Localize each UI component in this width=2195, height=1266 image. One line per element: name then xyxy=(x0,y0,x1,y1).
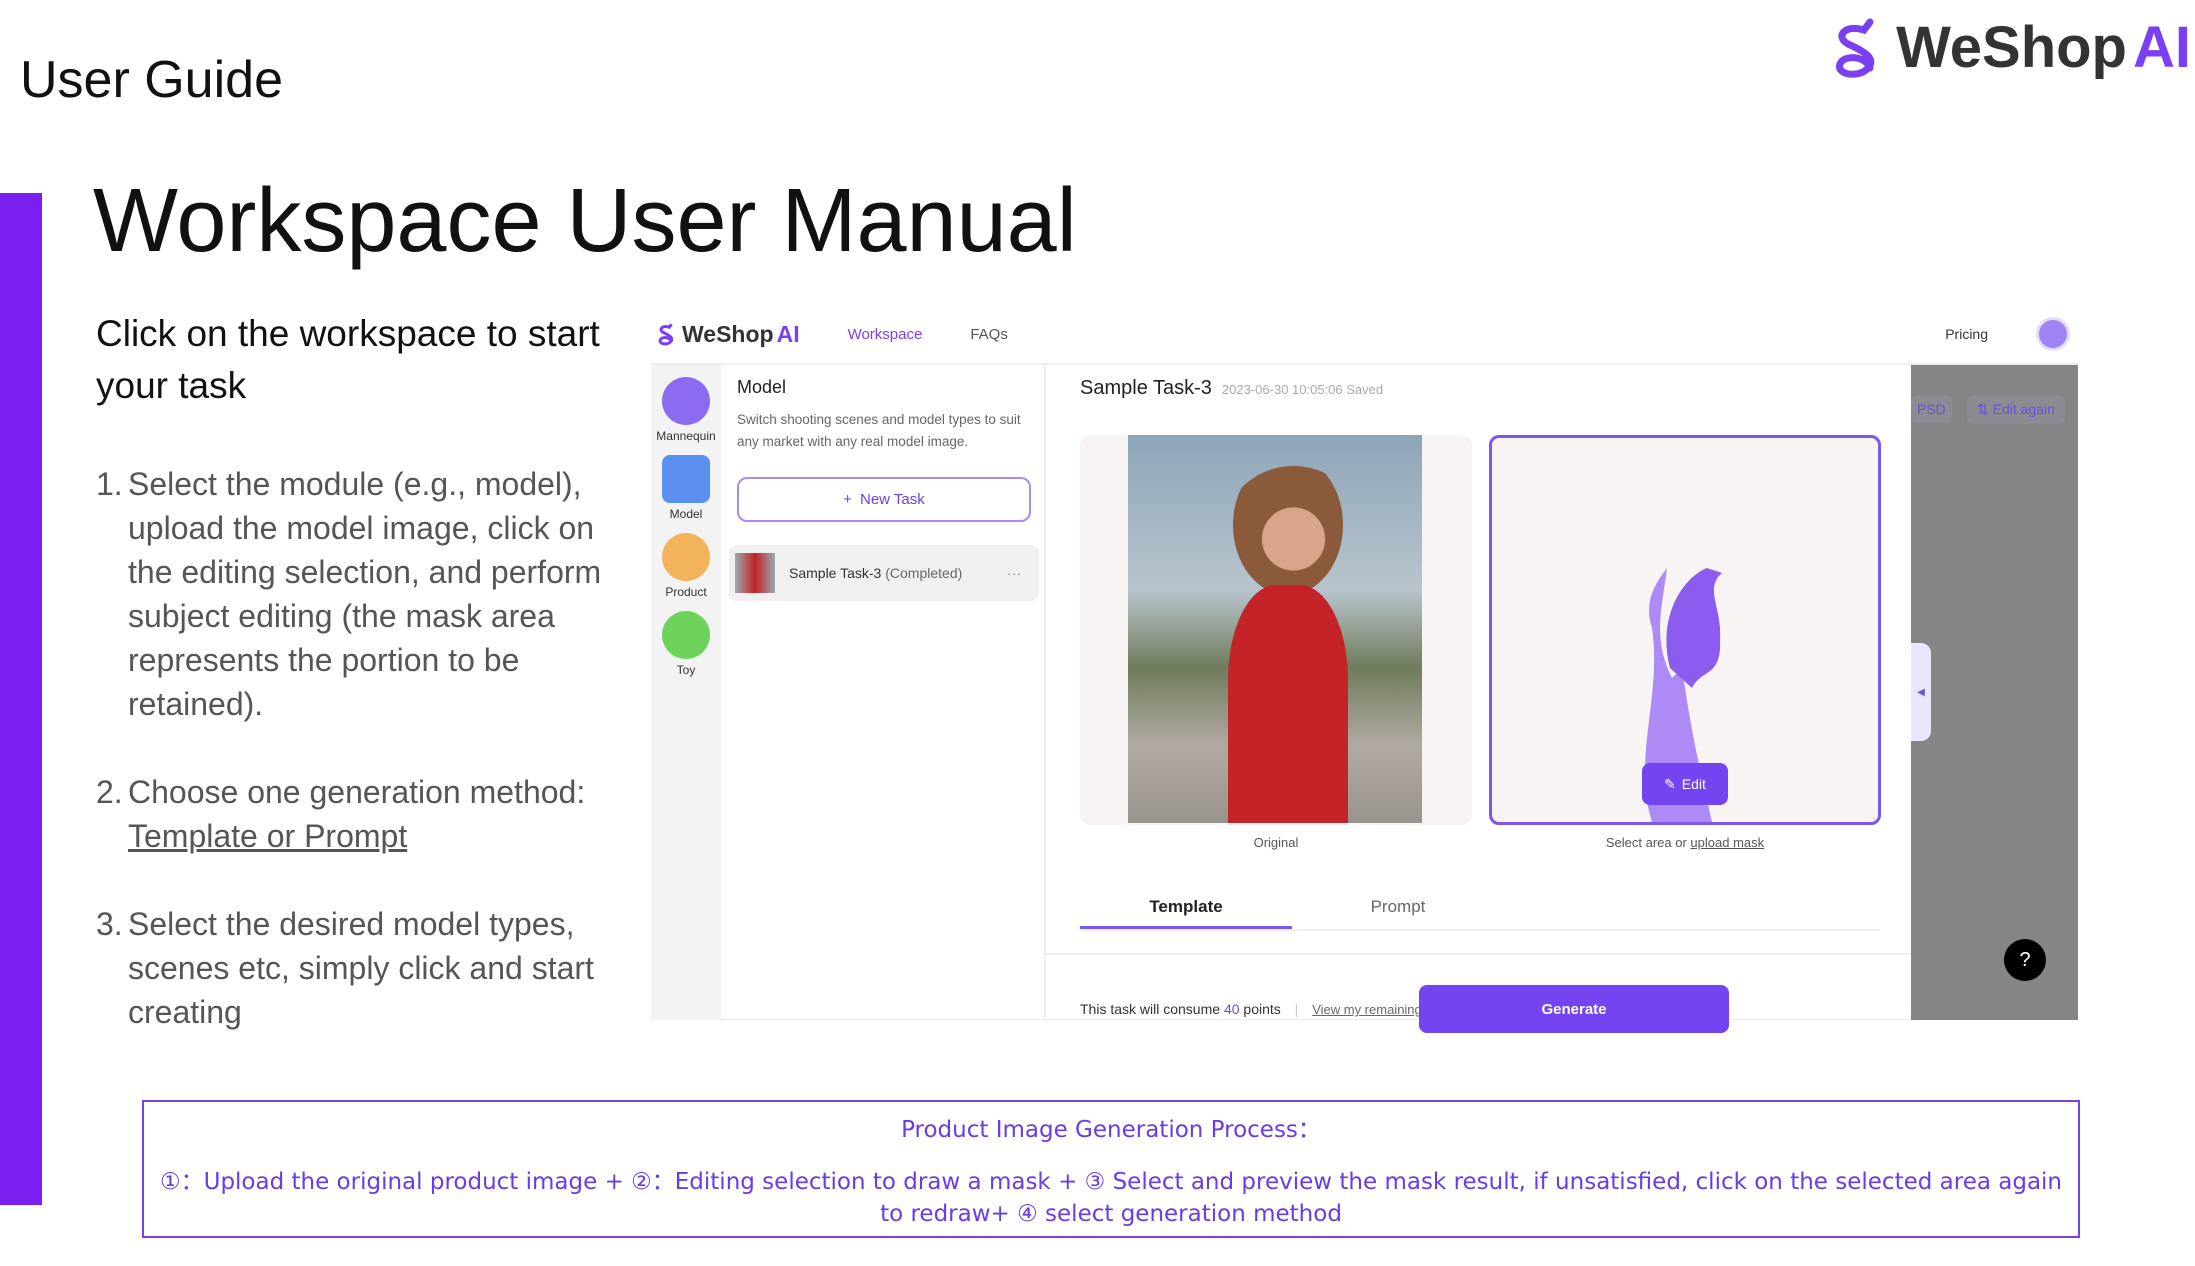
task-list-item[interactable]: Sample Task-3 (Completed) ··· xyxy=(729,545,1039,601)
page-title: Workspace User Manual xyxy=(93,171,1077,271)
edit-again-label: Edit again xyxy=(1992,401,2055,417)
user-guide-heading: User Guide xyxy=(20,51,283,109)
module-mannequin[interactable]: Mannequin xyxy=(651,377,721,443)
tab-prompt[interactable]: Prompt xyxy=(1292,885,1504,929)
intro-text: Click on the workspace to start your tas… xyxy=(96,313,600,406)
step-1: 1. Select the module (e.g., model), uploa… xyxy=(96,462,616,726)
logo-brand: WeShop xyxy=(1896,15,2127,80)
mask-caption: Select area or upload mask xyxy=(1489,835,1881,850)
consume-text: This task will consume xyxy=(1080,1001,1221,1017)
step-number: 2. xyxy=(96,774,123,810)
generate-button[interactable]: Generate xyxy=(1419,985,1729,1033)
module-label: Model xyxy=(669,507,703,521)
step-2: 2. Choose one generation method: Template … xyxy=(96,770,616,858)
app-header: WeShop AI Workspace FAQs Pricing xyxy=(651,305,2078,365)
main-editor: Sample Task-3 2023-06-30 10:05:06 Saved … xyxy=(1046,365,1911,1033)
edit-again-button[interactable]: ⇅ Edit again xyxy=(1967,395,2065,424)
upload-mask-link[interactable]: upload mask xyxy=(1690,835,1764,850)
template-or-prompt-link[interactable]: Template or Prompt xyxy=(128,818,407,854)
process-body: ①：Upload the original product image + ②：… xyxy=(159,1169,2063,1227)
pencil-icon: ✎ xyxy=(1664,775,1676,792)
process-box: Product Image Generation Process： ①：Uplo… xyxy=(142,1100,2080,1238)
steps-list: 1. Select the module (e.g., model), uploa… xyxy=(96,462,616,1078)
select-area-text: Select area or xyxy=(1605,835,1687,850)
mask-image-card[interactable]: ✎ Edit xyxy=(1489,435,1881,825)
new-task-label: New Task xyxy=(860,491,925,508)
nav-pricing[interactable]: Pricing xyxy=(1945,326,1988,342)
task-status: (Completed) xyxy=(885,565,963,581)
module-label: Mannequin xyxy=(656,429,716,443)
collapse-handle[interactable]: ◀ xyxy=(1911,643,1931,741)
app-logo[interactable]: WeShop AI xyxy=(655,321,800,348)
panel-title: Model xyxy=(737,377,787,397)
nav-workspace[interactable]: Workspace xyxy=(848,326,923,343)
nav-faqs[interactable]: FAQs xyxy=(970,326,1008,343)
logo-brand: WeShop xyxy=(682,320,774,347)
result-panel-overlay: PSD ⇅ Edit again ◀ ? xyxy=(1911,365,2078,1020)
task-panel: Model Switch shooting scenes and model t… xyxy=(721,365,1046,1020)
original-image-card[interactable] xyxy=(1080,435,1472,825)
saved-timestamp: 2023-06-30 10:05:06 Saved xyxy=(1221,382,1384,397)
panel-description: Switch shooting scenes and model types t… xyxy=(737,412,1021,449)
module-label: Toy xyxy=(676,663,696,677)
step-text: Choose one generation method: xyxy=(128,774,586,810)
points-info: This task will consume 40 points | View … xyxy=(1080,1001,1461,1017)
process-title: Product Image Generation Process： xyxy=(901,1117,1321,1143)
weshop-logo: WeShop AI xyxy=(1826,14,2191,81)
logo-suffix: AI xyxy=(776,320,800,347)
step-text: Select the desired model types, scenes e… xyxy=(128,906,594,1030)
step-3: 3. Select the desired model types, scenes… xyxy=(96,902,616,1034)
more-options-icon[interactable]: ··· xyxy=(1007,565,1021,581)
help-button[interactable]: ? xyxy=(2004,939,2046,981)
module-rail: Mannequin Model Product Toy xyxy=(651,365,721,1020)
workspace-screenshot: WeShop AI Workspace FAQs Pricing Mannequi… xyxy=(651,305,2078,1033)
logo-icon xyxy=(658,323,674,346)
tab-template[interactable]: Template xyxy=(1080,885,1292,929)
edit-label: Edit xyxy=(1681,776,1706,792)
task-thumbnail xyxy=(735,553,775,593)
step-number: 1. xyxy=(96,466,123,502)
psd-button[interactable]: PSD xyxy=(1911,395,1952,423)
points-unit: points xyxy=(1243,1001,1281,1017)
step-number: 3. xyxy=(96,906,123,942)
task-title: Sample Task-3 xyxy=(1080,377,1212,399)
module-product[interactable]: Product xyxy=(651,533,721,599)
edit-button[interactable]: ✎ Edit xyxy=(1642,763,1728,805)
step-text: Select the module (e.g., model), upload … xyxy=(128,466,602,722)
plus-icon: + xyxy=(843,491,852,508)
new-task-button[interactable]: + New Task xyxy=(737,477,1031,522)
accent-bar xyxy=(0,193,42,1205)
task-name: Sample Task-3 xyxy=(789,565,882,581)
weshop-logo-icon xyxy=(1836,18,1875,78)
original-label: Original xyxy=(1253,835,1299,850)
logo-suffix: AI xyxy=(2133,15,2191,80)
original-photo xyxy=(1128,435,1422,823)
sliders-icon: ⇅ xyxy=(1977,401,1993,417)
module-label: Product xyxy=(665,585,707,599)
avatar[interactable] xyxy=(2036,317,2070,351)
module-toy[interactable]: Toy xyxy=(651,611,721,677)
points-value: 40 xyxy=(1223,1001,1240,1017)
module-model[interactable]: Model xyxy=(651,455,721,521)
method-tabs: Template Prompt xyxy=(1080,885,1880,931)
